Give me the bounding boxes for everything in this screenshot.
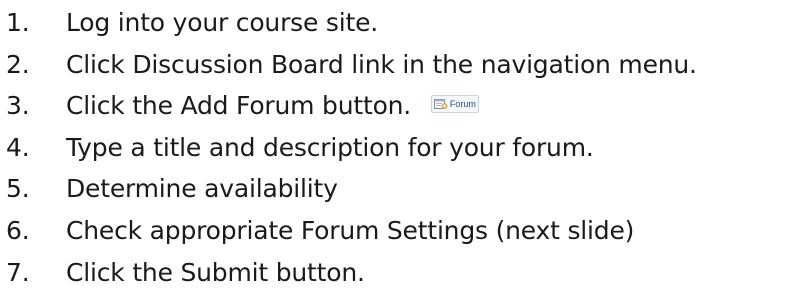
forum-button-label: Forum: [449, 99, 476, 110]
step-2: 2. Click Discussion Board link in the na…: [0, 44, 804, 86]
add-forum-icon: [433, 99, 448, 110]
step-text: Type a title and description for your fo…: [66, 132, 594, 162]
step-text: Determine availability: [66, 174, 338, 204]
step-5: 5. Determine availability: [0, 168, 804, 210]
step-number: 6.: [6, 215, 30, 245]
step-number: 4.: [6, 132, 30, 162]
step-1: 1. Log into your course site.: [0, 2, 804, 44]
step-4: 4. Type a title and description for your…: [0, 127, 804, 169]
step-text: Log into your course site.: [66, 8, 379, 37]
step-3: 3. Click the Add Forum button. Forum: [0, 85, 804, 127]
step-text-with-button: Click the Add Forum button. Forum: [66, 85, 479, 127]
step-text: Check appropriate Forum Settings (next s…: [66, 215, 635, 245]
step-6: 6. Check appropriate Forum Settings (nex…: [0, 210, 804, 252]
step-number: 7.: [6, 257, 30, 287]
step-number: 1.: [6, 8, 30, 37]
instruction-list: 1. Log into your course site. 2. Click D…: [0, 2, 804, 293]
step-text: Click the Add Forum button.: [66, 91, 412, 121]
step-7: 7. Click the Submit button.: [0, 252, 804, 294]
add-forum-button[interactable]: Forum: [430, 95, 479, 114]
step-number: 3.: [6, 91, 30, 121]
step-number: 2.: [6, 49, 30, 79]
step-text: Click the Submit button.: [66, 257, 365, 287]
step-number: 5.: [6, 174, 30, 204]
step-text: Click Discussion Board link in the navig…: [66, 49, 697, 79]
